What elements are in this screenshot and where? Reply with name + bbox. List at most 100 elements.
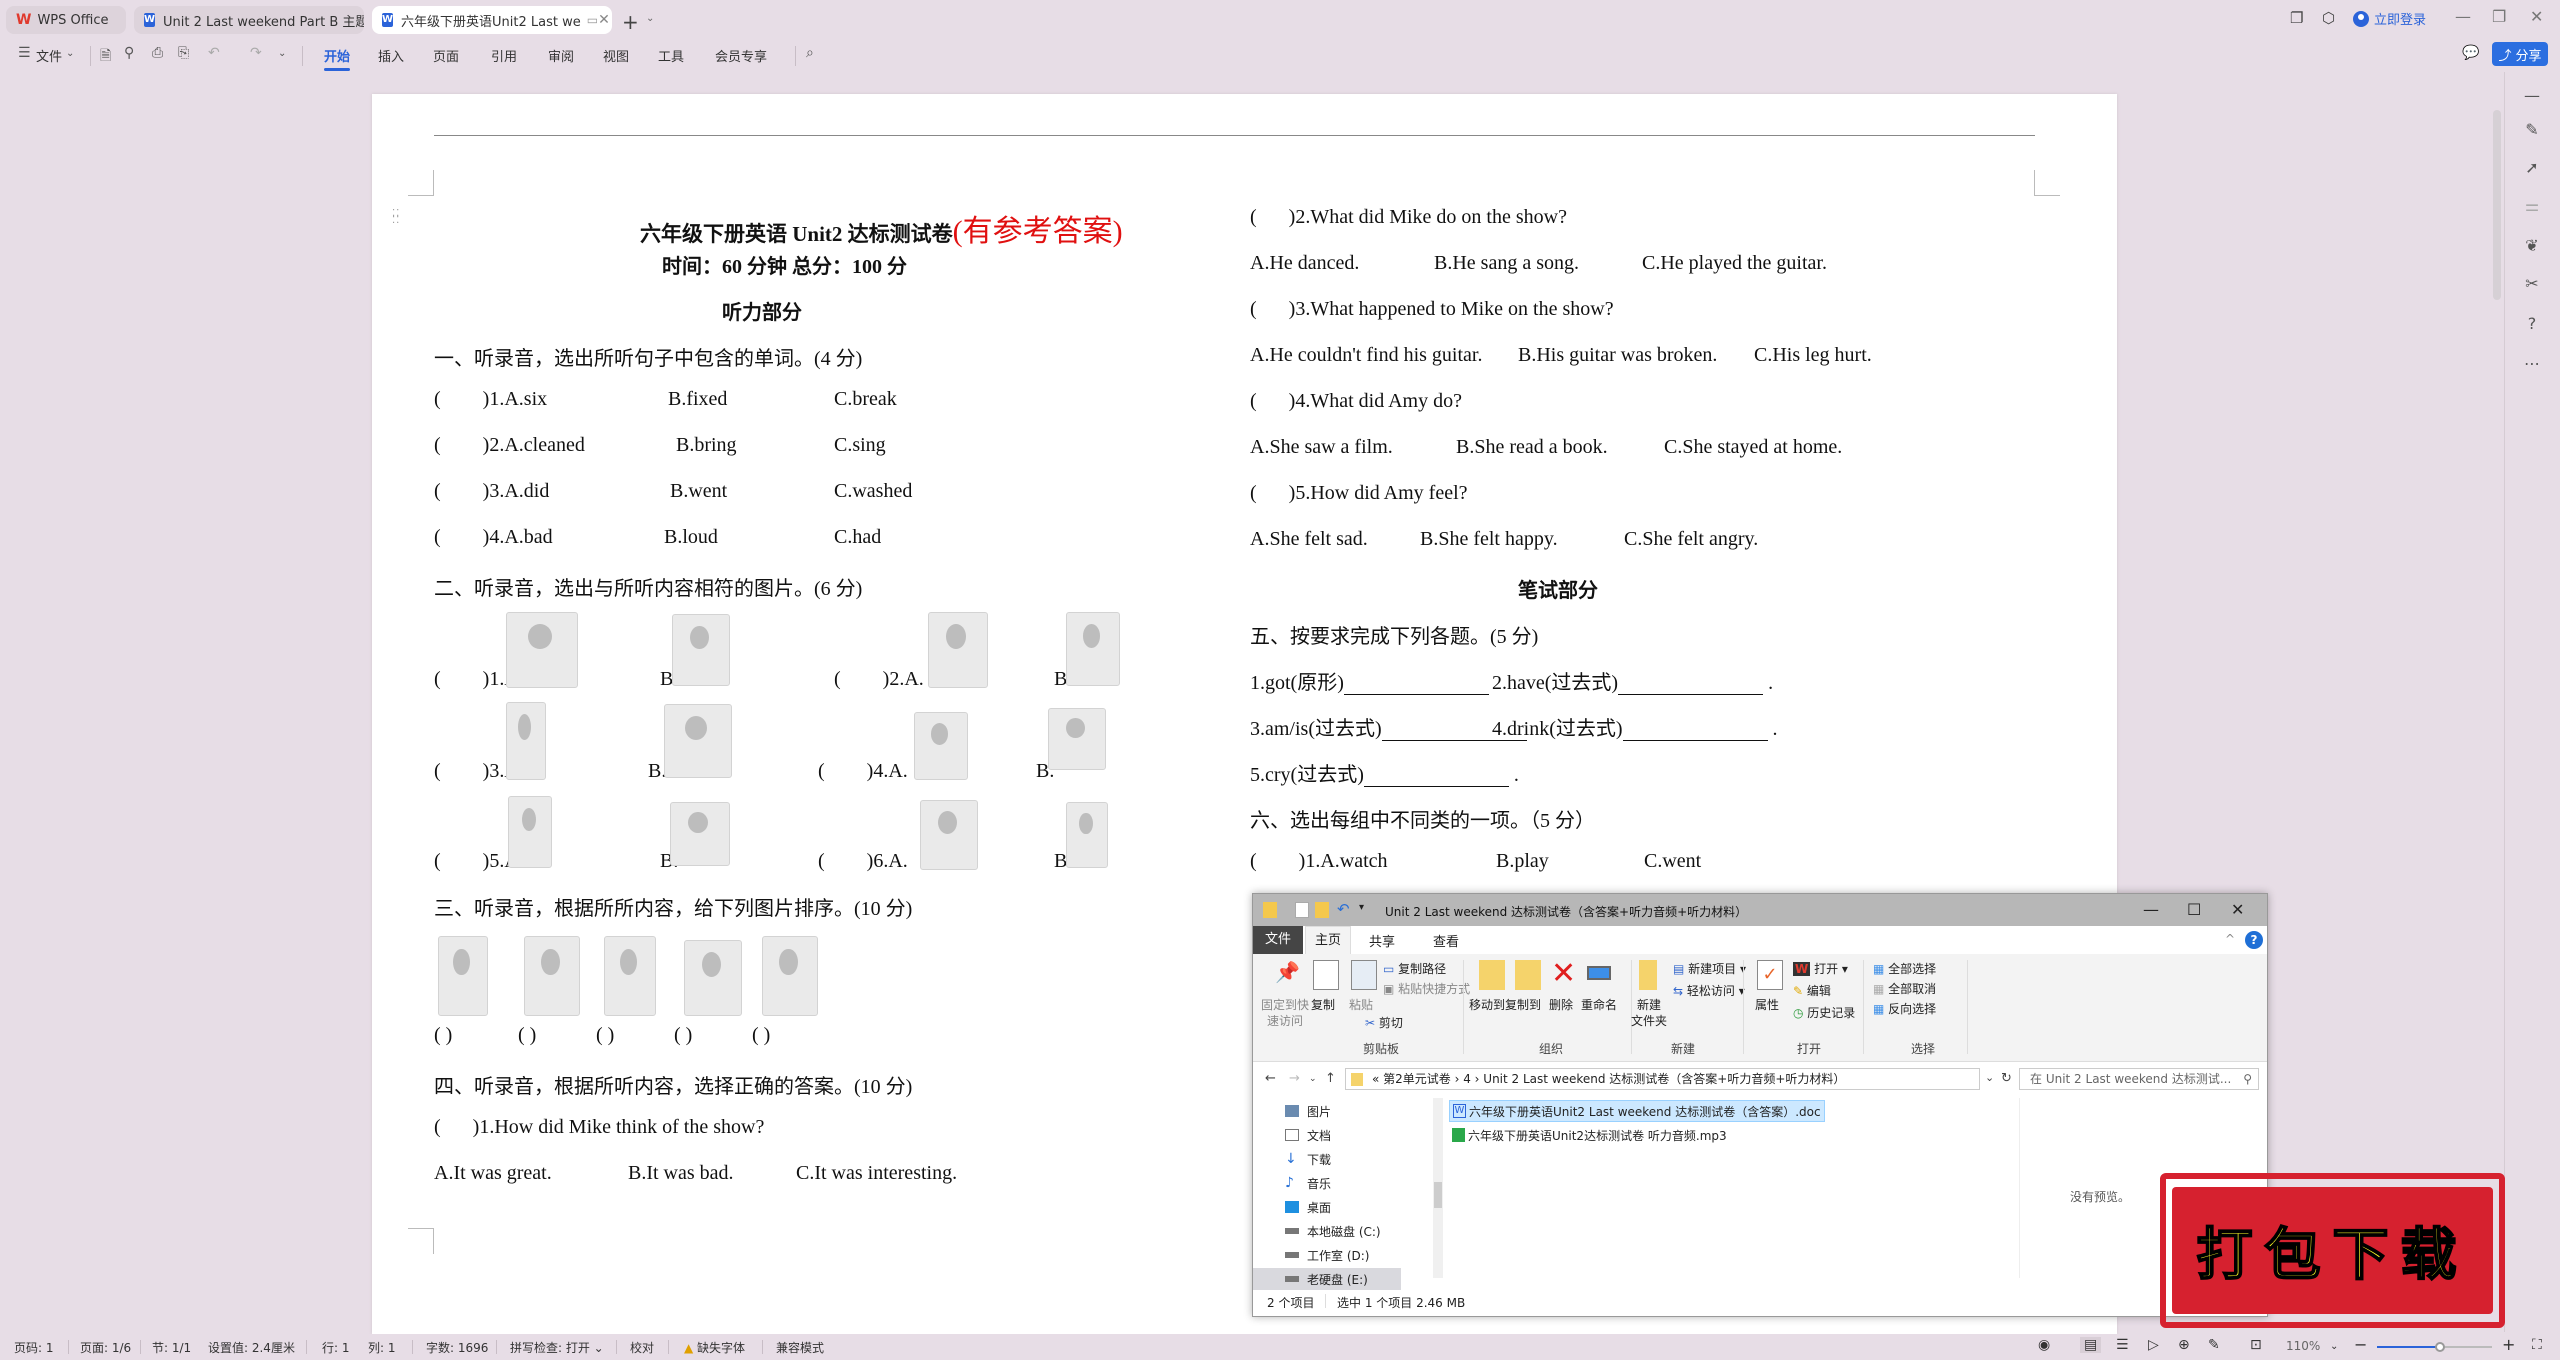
vertical-scrollbar[interactable] <box>2493 110 2501 300</box>
select-all-button[interactable]: ▦ 全部选择 <box>1873 960 1936 977</box>
package-download-stamp[interactable]: 打包下载 <box>2160 1173 2505 1328</box>
more-icon[interactable]: ⋯ <box>2520 354 2544 373</box>
web-view-icon[interactable]: ⊕ <box>2178 1337 2190 1353</box>
pen-icon[interactable]: ✎ <box>2208 1337 2220 1353</box>
zoom-dropdown-icon[interactable]: ⌄ <box>2330 1341 2338 1352</box>
login-button[interactable]: 立即登录 <box>2353 9 2426 28</box>
save-icon[interactable]: 🗎 <box>100 45 111 69</box>
menu-page[interactable]: 页面 <box>433 46 459 65</box>
zoom-slider-handle[interactable] <box>2435 1342 2446 1352</box>
proofread-button[interactable]: 校对 <box>630 1339 654 1356</box>
close-icon[interactable]: ✕ <box>2231 900 2244 919</box>
file-item-doc[interactable]: W 六年级下册英语Unit2 Last weekend 达标测试卷（含答案）.d… <box>1449 1100 1825 1122</box>
zoom-slider[interactable] <box>2377 1342 2492 1352</box>
address-bar[interactable]: « 第2单元试卷 › 4 › Unit 2 Last weekend 达标测试卷… <box>1345 1068 1980 1090</box>
drag-handle-icon[interactable]: ⁚⁚ ⁚⁚ <box>392 209 400 226</box>
file-explorer-window[interactable]: ↶ ▾ Unit 2 Last weekend 达标测试卷（含答案+听力音频+听… <box>1252 893 2268 1317</box>
search-icon[interactable]: ⌕ <box>806 45 814 61</box>
ribbon-tab-share[interactable]: 共享 <box>1365 931 1399 950</box>
new-item-button[interactable]: ▤ 新建项目 ▾ <box>1673 960 1746 977</box>
print-preview-icon[interactable]: ⎘ <box>178 45 189 61</box>
menu-tools[interactable]: 工具 <box>658 46 684 65</box>
copy-button[interactable]: 复制 <box>1311 996 1335 1013</box>
status-word-count[interactable]: 字数: 1696 <box>426 1339 488 1356</box>
nav-item-drive-e[interactable]: 老硬盘 (E:) <box>1253 1268 1401 1290</box>
collapse-icon[interactable]: — <box>2520 86 2544 105</box>
edit-button[interactable]: ✎ 编辑 <box>1793 982 1831 999</box>
style-icon[interactable]: ❦ <box>2520 236 2544 255</box>
address-dropdown-icon[interactable]: ⌄ <box>1985 1071 1994 1084</box>
minimize-icon[interactable]: — <box>2143 900 2159 919</box>
ribbon-tab-home[interactable]: 主页 <box>1305 926 1351 954</box>
menu-file[interactable]: 文件 <box>36 46 62 65</box>
answer-blank[interactable] <box>1363 769 1509 787</box>
status-setting[interactable]: 设置值: 2.4厘米 <box>208 1339 295 1356</box>
compat-mode[interactable]: 兼容模式 <box>776 1339 824 1356</box>
refresh-icon[interactable]: ↻ <box>2001 1071 2012 1086</box>
nav-scrollbar[interactable] <box>1433 1098 1443 1278</box>
status-pages[interactable]: 页面: 1/6 <box>80 1339 131 1356</box>
status-section[interactable]: 节: 1/1 <box>152 1339 191 1356</box>
pin-quick-access-button[interactable]: 固定到快 <box>1261 996 1309 1013</box>
fullscreen-icon[interactable]: ⛶ <box>2532 1337 2542 1353</box>
back-icon[interactable]: ← <box>1265 1071 1276 1086</box>
chevron-down-icon[interactable]: ⌄ <box>278 48 286 59</box>
order-blank[interactable]: ( ) <box>674 1024 692 1047</box>
nav-item-documents[interactable]: 文档 <box>1285 1124 1435 1146</box>
rename-button[interactable]: 重命名 <box>1581 996 1617 1013</box>
nav-item-music[interactable]: ♪ 音乐 <box>1285 1172 1435 1194</box>
new-folder-button[interactable]: 新建 <box>1637 996 1661 1013</box>
order-blank[interactable]: ( ) <box>596 1024 614 1047</box>
file-item-mp3[interactable]: 六年级下册英语Unit2达标测试卷 听力音频.mp3 <box>1449 1124 1730 1146</box>
explorer-title-bar[interactable]: ↶ ▾ Unit 2 Last weekend 达标测试卷（含答案+听力音频+听… <box>1253 894 2267 926</box>
hamburger-icon[interactable]: ☰ <box>18 45 31 61</box>
menu-references[interactable]: 引用 <box>491 46 517 65</box>
answer-blank[interactable] <box>1622 723 1768 741</box>
link-icon[interactable]: ⚲ <box>124 45 134 61</box>
zoom-in-button[interactable]: + <box>2502 1335 2515 1354</box>
nav-item-downloads[interactable]: ↓ 下载 <box>1285 1148 1435 1170</box>
close-icon[interactable]: ✕ <box>2530 7 2543 26</box>
delete-button[interactable]: 删除 <box>1549 996 1573 1013</box>
status-col[interactable]: 列: 1 <box>368 1339 396 1356</box>
tab-unit2-part-b[interactable]: W Unit 2 Last weekend Part B 主题 <box>134 6 364 34</box>
status-row[interactable]: 行: 1 <box>322 1339 350 1356</box>
print-icon[interactable]: ⎙ <box>152 45 163 61</box>
order-blank[interactable]: ( ) <box>434 1024 452 1047</box>
select-none-button[interactable]: ▦ 全部取消 <box>1873 980 1936 997</box>
chevron-down-icon[interactable]: ⌄ <box>66 48 74 59</box>
invert-selection-button[interactable]: ▦ 反向选择 <box>1873 1000 1936 1017</box>
scrollbar-thumb[interactable] <box>1434 1182 1442 1208</box>
nav-item-drive-d[interactable]: 工作室 (D:) <box>1285 1244 1435 1266</box>
move-to-button[interactable]: 移动到 <box>1469 996 1505 1013</box>
cube-icon[interactable]: ⬡ <box>2322 9 2335 27</box>
recent-locations-icon[interactable]: ⌄ <box>1309 1074 1317 1084</box>
close-tab-icon[interactable]: ✕ <box>598 12 610 28</box>
menu-insert[interactable]: 插入 <box>378 46 404 65</box>
status-page-number[interactable]: 页码: 1 <box>14 1339 54 1356</box>
chevron-down-icon[interactable]: ⌄ <box>646 13 654 24</box>
history-button[interactable]: ◷ 历史记录 <box>1793 1004 1855 1021</box>
help-icon[interactable]: ? <box>2245 931 2263 949</box>
pen-icon[interactable]: ✎ <box>2520 120 2544 139</box>
search-input[interactable]: 在 Unit 2 Last weekend 达标测试... ⚲ <box>2019 1068 2259 1090</box>
ribbon-tab-file[interactable]: 文件 <box>1253 926 1303 954</box>
order-blank[interactable]: ( ) <box>518 1024 536 1047</box>
copy-to-button[interactable]: 复制到 <box>1505 996 1541 1013</box>
easy-access-button[interactable]: ⇆ 轻松访问 ▾ <box>1673 982 1745 999</box>
menu-start[interactable]: 开始 <box>324 46 351 71</box>
answer-blank[interactable] <box>1618 677 1764 695</box>
sliders-icon[interactable]: ⚌ <box>2520 196 2544 215</box>
menu-member[interactable]: 会员专享 <box>715 46 767 65</box>
answer-blank[interactable] <box>1343 677 1489 695</box>
window-layout-icon[interactable]: ❐ <box>2290 9 2303 27</box>
page-view-icon[interactable]: ▤ <box>2080 1337 2102 1353</box>
zoom-out-button[interactable]: − <box>2354 1335 2367 1354</box>
properties-button[interactable]: 属性 <box>1755 996 1779 1013</box>
tab-active-document[interactable]: W 六年级下册英语Unit2 Last we ▭ ✕ <box>372 6 612 34</box>
missing-font-button[interactable]: ▲ 缺失字体 <box>684 1339 745 1356</box>
paste-shortcut-button[interactable]: ▣ 粘贴快捷方式 <box>1383 980 1470 997</box>
open-button[interactable]: W 打开 ▾ <box>1793 960 1848 977</box>
order-blank[interactable]: ( ) <box>752 1024 770 1047</box>
nav-item-desktop[interactable]: 桌面 <box>1285 1196 1435 1218</box>
